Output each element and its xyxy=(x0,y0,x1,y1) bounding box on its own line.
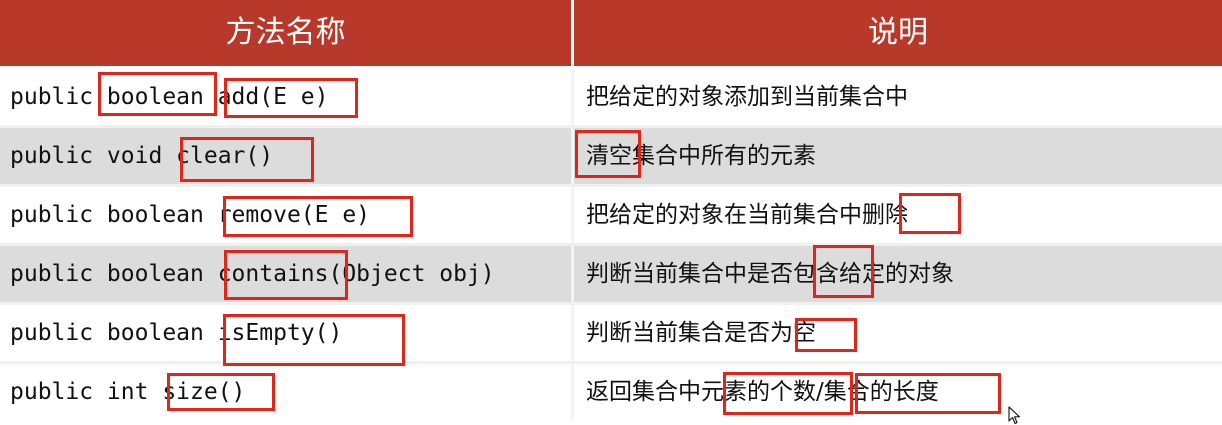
header-description: 说明 xyxy=(574,0,1222,66)
table-row: public int size() 返回集合中元素的个数/集合的长度 xyxy=(0,364,1222,420)
mouse-pointer-icon xyxy=(1008,406,1021,425)
table-row: public boolean contains(Object obj) 判断当前… xyxy=(0,246,1222,302)
method-cell: public boolean add(E e) xyxy=(0,69,571,125)
method-cell: public boolean contains(Object obj) xyxy=(0,246,571,302)
table-row: public boolean add(E e) 把给定的对象添加到当前集合中 xyxy=(0,69,1222,125)
method-cell: public boolean remove(E e) xyxy=(0,187,571,243)
description-cell: 清空集合中所有的元素 xyxy=(574,128,1222,184)
description-cell: 把给定的对象添加到当前集合中 xyxy=(574,69,1222,125)
method-cell: public void clear() xyxy=(0,128,571,184)
description-cell: 判断当前集合是否为空 xyxy=(574,305,1222,361)
method-cell: public int size() xyxy=(0,364,571,420)
table-row: public boolean remove(E e) 把给定的对象在当前集合中删… xyxy=(0,187,1222,243)
description-cell: 返回集合中元素的个数/集合的长度 xyxy=(574,364,1222,420)
header-method-name: 方法名称 xyxy=(0,0,571,66)
method-table: 方法名称 说明 public boolean add(E e) 把给定的对象添加… xyxy=(0,0,1222,425)
description-cell: 把给定的对象在当前集合中删除 xyxy=(574,187,1222,243)
table-row: public boolean isEmpty() 判断当前集合是否为空 xyxy=(0,305,1222,361)
table-row: public void clear() 清空集合中所有的元素 xyxy=(0,128,1222,184)
method-cell: public boolean isEmpty() xyxy=(0,305,571,361)
description-cell: 判断当前集合中是否包含给定的对象 xyxy=(574,246,1222,302)
